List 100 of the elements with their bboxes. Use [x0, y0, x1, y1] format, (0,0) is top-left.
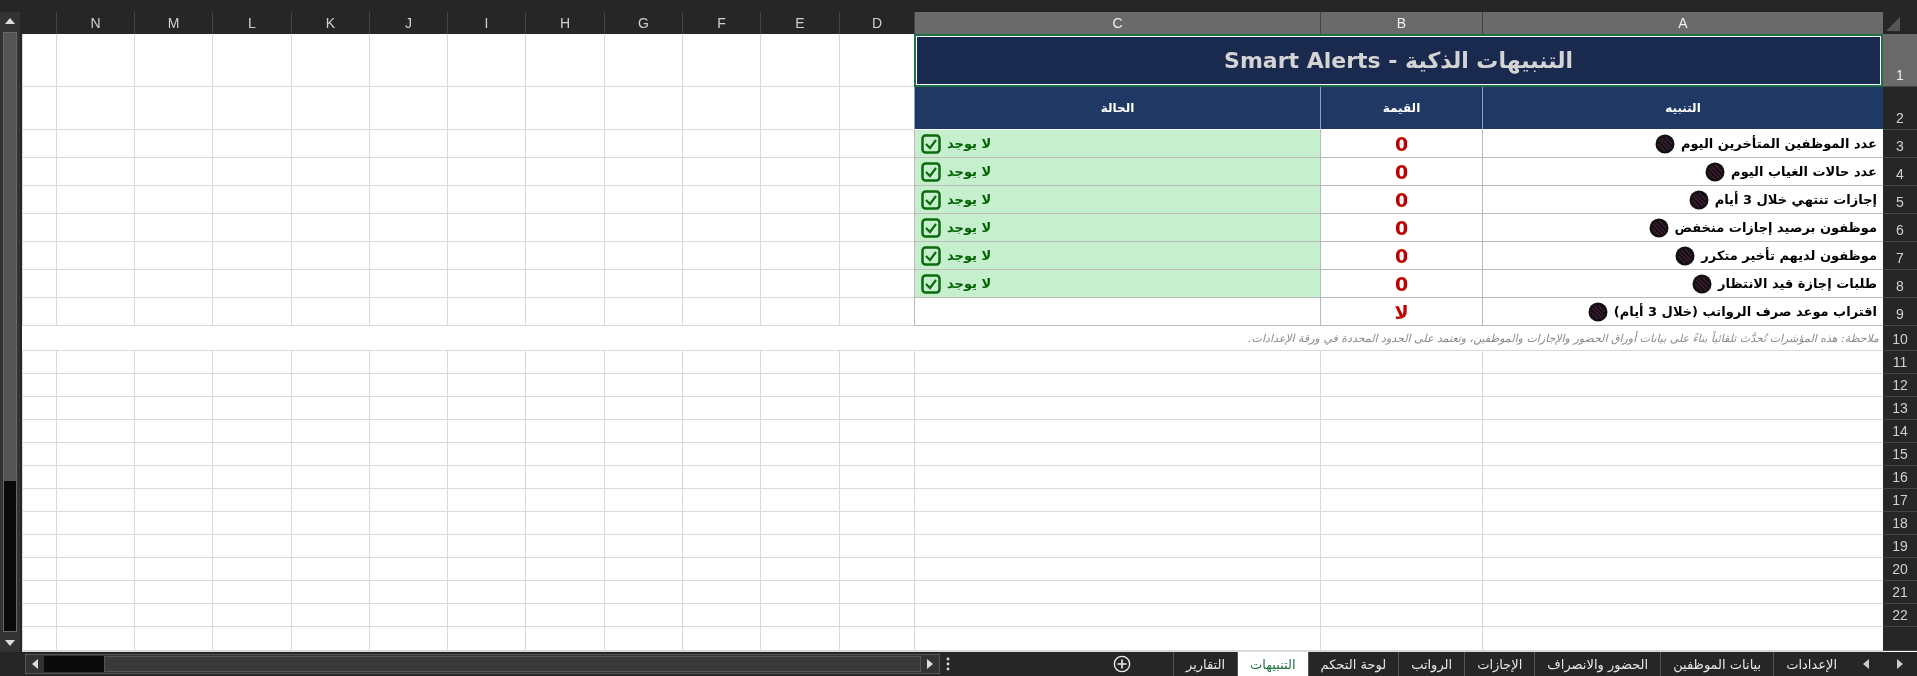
row-header[interactable]: 8 [1883, 270, 1917, 298]
alert-label: عدد حالات الغياب اليوم [1731, 164, 1877, 179]
column-header[interactable]: I [447, 12, 525, 34]
row-header[interactable] [1883, 627, 1917, 651]
table-cell[interactable]: إجازات تنتهي خلال 3 أيام [1482, 186, 1883, 214]
table-cell[interactable] [914, 298, 1320, 326]
column-header[interactable]: G [604, 12, 682, 34]
status-label: لا يوجد [947, 164, 992, 179]
row-header[interactable]: 3 [1883, 130, 1917, 158]
checkbox-icon [921, 273, 941, 294]
table-cell[interactable]: موظفون برصيد إجازات منخفض [1482, 214, 1883, 242]
scroll-thumb[interactable] [44, 656, 104, 672]
column-header[interactable]: F [682, 12, 760, 34]
alert-label: موظفون برصيد إجازات منخفض [1674, 220, 1877, 235]
row-header[interactable]: 22 [1883, 604, 1917, 627]
column-header[interactable]: K [291, 12, 369, 34]
row-header[interactable]: 7 [1883, 242, 1917, 270]
table-cell[interactable]: عدد الموظفين المتأخرين اليوم [1482, 130, 1883, 158]
table-cell[interactable]: لا يوجد [914, 186, 1320, 214]
row-header[interactable]: 10 [1883, 326, 1917, 351]
table-cell[interactable]: عدد حالات الغياب اليوم [1482, 158, 1883, 186]
sheet-tab[interactable]: التنبيهات [1237, 652, 1308, 676]
table-cell[interactable]: لا يوجد [914, 242, 1320, 270]
alert-value: 0 [1394, 188, 1409, 211]
select-all-corner[interactable] [1883, 12, 1917, 34]
horizontal-scrollbar[interactable] [25, 654, 940, 674]
circle-icon [1705, 161, 1726, 182]
table-cell[interactable]: 0 [1320, 186, 1482, 214]
alert-label: اقتراب موعد صرف الرواتب (خلال 3 أيام) [1613, 304, 1877, 319]
table-cell[interactable]: اقتراب موعد صرف الرواتب (خلال 3 أيام) [1482, 298, 1883, 326]
row-header[interactable]: 18 [1883, 512, 1917, 535]
checkbox-icon [921, 217, 941, 238]
column-header[interactable]: L [212, 12, 291, 34]
circle-icon [1648, 217, 1669, 238]
column-header[interactable]: A [1482, 12, 1883, 34]
scroll-thumb[interactable] [3, 32, 17, 632]
column-header[interactable]: D [839, 12, 914, 34]
row-header[interactable]: 12 [1883, 374, 1917, 397]
column-header[interactable]: C [914, 12, 1320, 34]
row-header[interactable]: 20 [1883, 558, 1917, 581]
column-header[interactable]: H [525, 12, 604, 34]
vertical-scrollbar[interactable] [0, 12, 20, 652]
alert-value: 0 [1394, 132, 1409, 155]
column-header[interactable]: N [56, 12, 134, 34]
table-header: الحالة [914, 87, 1320, 130]
row-header[interactable]: 5 [1883, 186, 1917, 214]
circle-icon [1587, 301, 1608, 322]
status-label: لا يوجد [947, 136, 992, 151]
row-header[interactable]: 14 [1883, 420, 1917, 443]
row-header[interactable]: 4 [1883, 158, 1917, 186]
row-header[interactable]: 6 [1883, 214, 1917, 242]
alert-value: 0 [1394, 244, 1409, 267]
row-header[interactable]: 21 [1883, 581, 1917, 604]
row-header[interactable]: 2 [1883, 87, 1917, 130]
next-sheet-icon[interactable] [1897, 659, 1903, 669]
table-cell[interactable]: 0 [1320, 242, 1482, 270]
table-header: القيمة [1320, 87, 1482, 130]
table-cell[interactable]: لا يوجد [914, 130, 1320, 158]
row-header[interactable]: 16 [1883, 466, 1917, 489]
add-sheet-icon[interactable] [1113, 655, 1131, 673]
column-header[interactable] [22, 12, 56, 34]
row-header[interactable]: 19 [1883, 535, 1917, 558]
row-header[interactable]: 13 [1883, 397, 1917, 420]
table-cell[interactable]: 0 [1320, 270, 1482, 298]
column-header[interactable]: J [369, 12, 447, 34]
column-header[interactable]: E [760, 12, 839, 34]
column-header[interactable]: M [134, 12, 212, 34]
select-all-icon[interactable] [1886, 17, 1900, 31]
checkbox-icon [921, 133, 941, 154]
table-cell[interactable]: موظفون لديهم تأخير متكرر [1482, 242, 1883, 270]
previous-sheet-icon[interactable] [1863, 659, 1869, 669]
row-header[interactable]: 17 [1883, 489, 1917, 512]
alert-value: 0 [1394, 272, 1409, 295]
circle-icon [1692, 273, 1713, 294]
scroll-right-icon[interactable] [927, 659, 933, 669]
status-label: لا يوجد [947, 248, 992, 263]
table-cell[interactable]: طلبات إجازة قيد الانتظار [1482, 270, 1883, 298]
sheet-title: التنبيهات الذكية - Smart Alerts [914, 34, 1883, 87]
checkbox-icon [921, 161, 941, 182]
row-header[interactable]: 9 [1883, 298, 1917, 326]
more-options-icon[interactable] [946, 657, 950, 671]
table-cell[interactable]: 0 [1320, 214, 1482, 242]
row-header[interactable]: 1 [1883, 34, 1917, 87]
scroll-down-icon[interactable] [5, 640, 15, 646]
alert-value: 0 [1394, 216, 1409, 239]
scroll-up-icon[interactable] [5, 18, 15, 24]
table-cell[interactable]: لا يوجد [914, 214, 1320, 242]
table-cell[interactable]: لا يوجد [914, 270, 1320, 298]
table-cell[interactable]: لا [1320, 298, 1482, 326]
alert-label: موظفون لديهم تأخير متكرر [1701, 248, 1877, 263]
column-header[interactable]: B [1320, 12, 1482, 34]
scroll-left-icon[interactable] [32, 659, 38, 669]
row-header[interactable]: 11 [1883, 351, 1917, 374]
table-cell[interactable]: 0 [1320, 158, 1482, 186]
checkbox-icon [921, 189, 941, 210]
table-cell[interactable]: 0 [1320, 130, 1482, 158]
table-cell[interactable]: لا يوجد [914, 158, 1320, 186]
row-header[interactable]: 15 [1883, 443, 1917, 466]
circle-icon [1675, 245, 1696, 266]
alert-label: إجازات تنتهي خلال 3 أيام [1714, 192, 1877, 207]
